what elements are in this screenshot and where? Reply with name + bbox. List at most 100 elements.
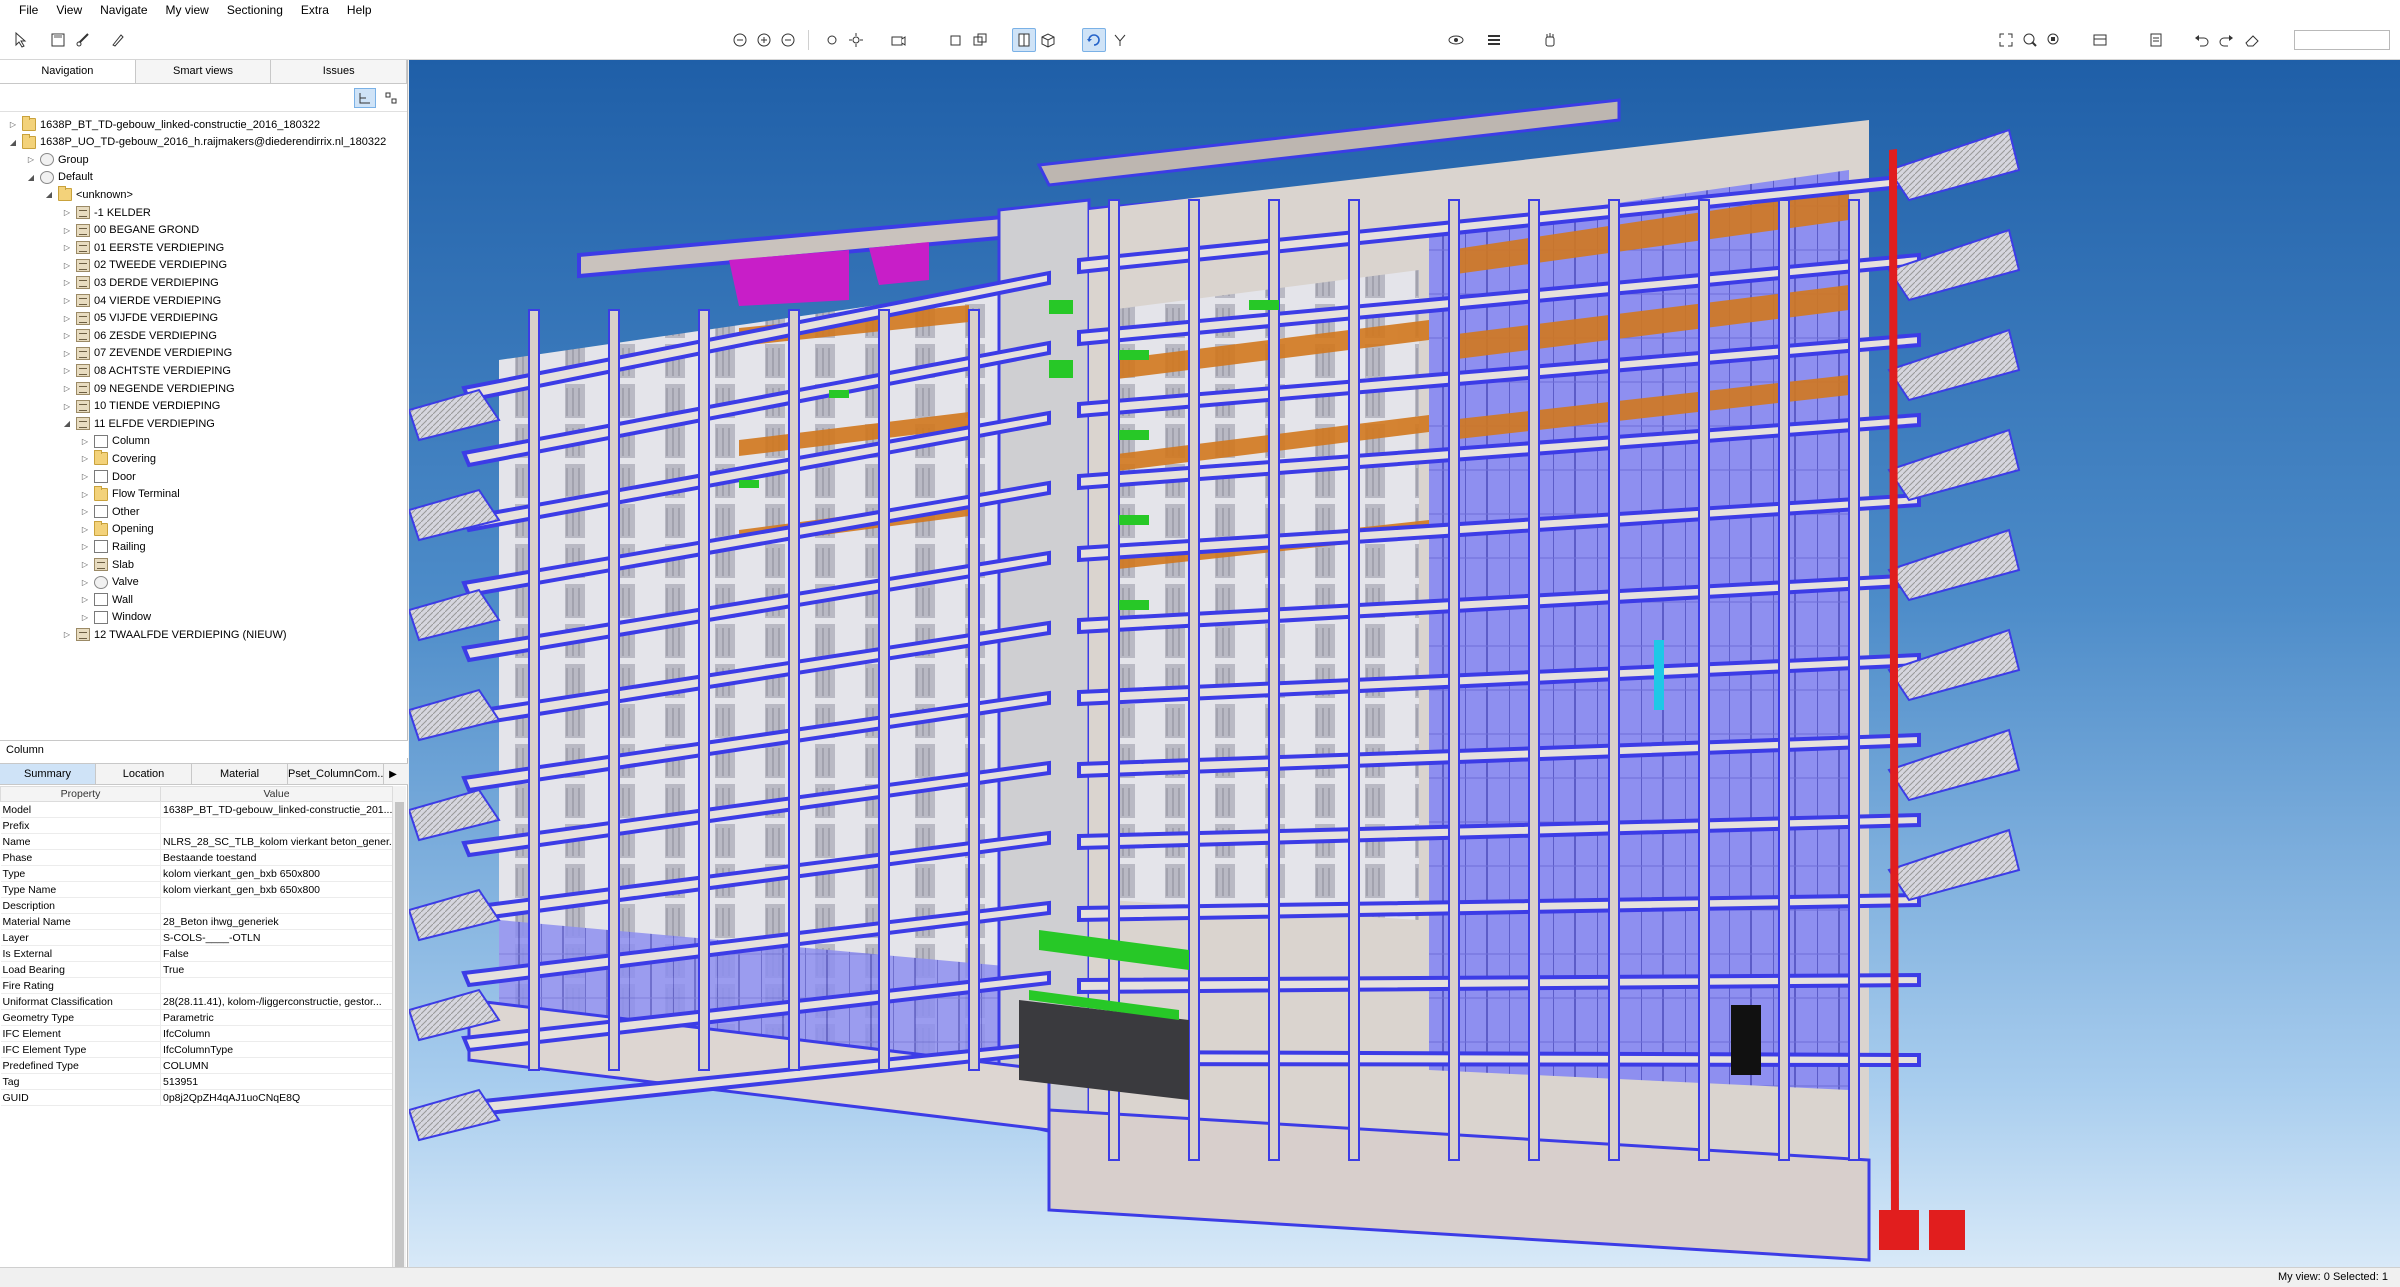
property-row[interactable]: Name NLRS_28_SC_TLB_kolom vierkant beton_… <box>0 833 393 850</box>
expand-icon[interactable]: ▷ <box>26 155 36 165</box>
expand-icon[interactable]: ▷ <box>62 401 72 411</box>
select-tool-icon[interactable] <box>10 28 34 52</box>
redo-icon[interactable] <box>2214 28 2238 52</box>
property-row[interactable]: Prefix <box>0 817 393 834</box>
tree-node[interactable]: ▷ 02 TWEEDE VERDIEPING <box>62 257 227 274</box>
tree-node[interactable]: ▷ 06 ZESDE VERDIEPING <box>62 327 217 344</box>
property-row[interactable]: Material Name 28_Beton ihwg_generiek <box>0 913 393 930</box>
property-scrollbar[interactable] <box>392 786 406 1287</box>
tree-node[interactable]: ◢ 11 ELFDE VERDIEPING <box>62 415 215 432</box>
tree-node[interactable]: ▷ 12 TWAALFDE VERDIEPING (NIEUW) <box>62 626 287 643</box>
tree-node[interactable]: ▷ 04 VIERDE VERDIEPING <box>62 292 221 309</box>
tab-pset-column[interactable]: Pset_ColumnCom... <box>288 764 384 784</box>
menu-view[interactable]: View <box>47 0 91 20</box>
print-icon[interactable] <box>2144 28 2168 52</box>
fly-icon[interactable] <box>1108 28 1132 52</box>
tree-node[interactable]: ▷ Door <box>80 468 136 485</box>
expand-icon[interactable]: ▷ <box>80 577 90 587</box>
zoom-out-icon[interactable] <box>776 28 800 52</box>
expand-icon[interactable]: ▷ <box>80 507 90 517</box>
tab-navigation[interactable]: Navigation <box>0 60 136 83</box>
zoom-selected-icon[interactable] <box>2042 28 2066 52</box>
tree-node[interactable]: ▷ Wall <box>80 591 133 608</box>
tree-node[interactable]: ▷ Covering <box>80 450 156 467</box>
tree-node[interactable]: ◢ 1638P_UO_TD-gebouw_2016_h.raijmakers@di… <box>8 133 386 151</box>
box-icon[interactable] <box>944 28 968 52</box>
collapse-icon[interactable]: ◢ <box>62 419 72 429</box>
expand-icon[interactable]: ▷ <box>62 225 72 235</box>
sun-icon[interactable] <box>844 28 868 52</box>
expand-icon[interactable]: ▷ <box>80 612 90 622</box>
tree-hierarchy-icon[interactable] <box>354 88 376 108</box>
property-column-header[interactable]: Property <box>0 786 161 802</box>
property-row[interactable]: Type kolom vierkant_gen_bxb 650x800 <box>0 865 393 882</box>
fit-all-icon[interactable] <box>1994 28 2018 52</box>
section-view-icon[interactable] <box>1012 28 1036 52</box>
menu-sectioning[interactable]: Sectioning <box>218 0 292 20</box>
expand-icon[interactable]: ▷ <box>62 384 72 394</box>
hand-icon[interactable] <box>1538 28 1562 52</box>
tree-node[interactable]: ▷ 1638P_BT_TD-gebouw_linked-constructie_2… <box>8 116 320 133</box>
tree-node[interactable]: ▷ Slab <box>80 556 134 573</box>
expand-icon[interactable]: ▷ <box>62 208 72 218</box>
expand-icon[interactable]: ▷ <box>80 595 90 605</box>
property-row[interactable]: IFC Element Type IfcColumnType <box>0 1041 393 1058</box>
tab-summary[interactable]: Summary <box>0 764 96 784</box>
property-row[interactable]: Tag 513951 <box>0 1073 393 1090</box>
rotate-icon[interactable] <box>1082 28 1106 52</box>
collapse-icon[interactable]: ◢ <box>8 137 18 147</box>
expand-icon[interactable]: ▷ <box>62 296 72 306</box>
zoom-fit-icon[interactable] <box>728 28 752 52</box>
expand-icon[interactable]: ▷ <box>80 560 90 570</box>
property-row[interactable]: Fire Rating <box>0 977 393 994</box>
expand-icon[interactable]: ▷ <box>62 348 72 358</box>
3d-viewport[interactable] <box>409 60 2400 1267</box>
expand-icon[interactable]: ▷ <box>80 472 90 482</box>
search-input[interactable] <box>2294 30 2390 50</box>
tree-node[interactable]: ▷ 03 DERDE VERDIEPING <box>62 274 219 291</box>
property-row[interactable]: Phase Bestaande toestand <box>0 849 393 866</box>
tree-node[interactable]: ▷ 09 NEGENDE VERDIEPING <box>62 380 235 397</box>
tab-scroll-right-icon[interactable]: ▶ <box>384 764 402 784</box>
expand-icon[interactable]: ▷ <box>80 454 90 464</box>
expand-icon[interactable]: ▷ <box>80 436 90 446</box>
expand-icon[interactable]: ▷ <box>62 243 72 253</box>
collapse-icon[interactable]: ◢ <box>26 172 36 182</box>
expand-icon[interactable]: ▷ <box>80 542 90 552</box>
undo-icon[interactable] <box>2190 28 2214 52</box>
property-row[interactable]: IFC Element IfcColumn <box>0 1025 393 1042</box>
tab-material[interactable]: Material <box>192 764 288 784</box>
tree-node[interactable]: ▷ -1 KELDER <box>62 204 151 221</box>
eraser-icon[interactable] <box>2240 28 2264 52</box>
tree-node[interactable]: ▷ 10 TIENDE VERDIEPING <box>62 398 220 415</box>
property-row[interactable]: Is External False <box>0 945 393 962</box>
tree-node[interactable]: ▷ Opening <box>80 520 154 538</box>
snapshot-icon[interactable] <box>2088 28 2112 52</box>
expand-icon[interactable]: ▷ <box>62 313 72 323</box>
tree-node[interactable]: ▷ Group <box>26 151 89 168</box>
menu-my-view[interactable]: My view <box>157 0 218 20</box>
menu-extra[interactable]: Extra <box>292 0 338 20</box>
tree-node[interactable]: ▷ 08 ACHTSTE VERDIEPING <box>62 362 231 379</box>
property-row[interactable]: Description <box>0 897 393 914</box>
save-view-icon[interactable] <box>46 28 70 52</box>
collapse-icon[interactable]: ◢ <box>44 190 54 200</box>
tree-node[interactable]: ▷ Window <box>80 609 151 626</box>
point-icon[interactable] <box>820 28 844 52</box>
box-copy-icon[interactable] <box>968 28 992 52</box>
tab-location[interactable]: Location <box>96 764 192 784</box>
property-row[interactable]: Geometry Type Parametric <box>0 1009 393 1026</box>
zoom-window-icon[interactable] <box>2018 28 2042 52</box>
expand-icon[interactable]: ▷ <box>80 524 90 534</box>
property-row[interactable]: Layer S-COLS-____-OTLN <box>0 929 393 946</box>
3d-box-icon[interactable] <box>1036 28 1060 52</box>
tree-node[interactable]: ▷ Column <box>80 433 150 450</box>
expand-icon[interactable]: ▷ <box>62 260 72 270</box>
value-column-header[interactable]: Value <box>160 786 393 802</box>
tree-node[interactable]: ▷ 01 EERSTE VERDIEPING <box>62 239 224 256</box>
expand-icon[interactable]: ▷ <box>80 489 90 499</box>
property-row[interactable]: Uniformat Classification 28(28.11.41), ko… <box>0 993 393 1010</box>
property-row[interactable]: Model 1638P_BT_TD-gebouw_linked-construct… <box>0 801 393 818</box>
tree-node[interactable]: ▷ 05 VIJFDE VERDIEPING <box>62 310 218 327</box>
menu-navigate[interactable]: Navigate <box>91 0 156 20</box>
